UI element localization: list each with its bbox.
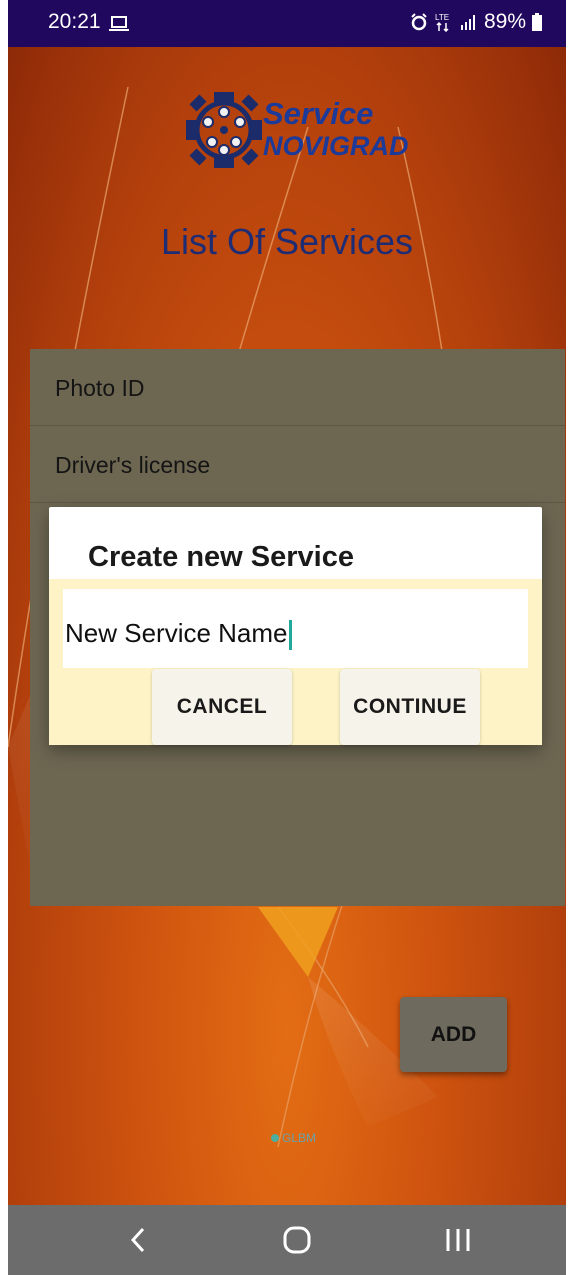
- phone-screen: 20:21 LTE 89% Service NOVIGRAD List Of S…: [8, 0, 566, 1275]
- list-item[interactable]: Photo ID: [30, 349, 565, 426]
- logo-text-novigrad: NOVIGRAD: [263, 131, 409, 161]
- svg-text:LTE: LTE: [435, 13, 449, 22]
- continue-button[interactable]: CONTINUE: [340, 669, 480, 745]
- cancel-button[interactable]: CANCEL: [152, 669, 292, 745]
- status-time: 20:21: [48, 10, 101, 33]
- status-bar: 20:21 LTE 89%: [8, 0, 566, 47]
- logo-text-service: Service: [263, 96, 374, 131]
- text-cursor: [288, 620, 292, 651]
- laptop-icon: [109, 16, 129, 31]
- back-button[interactable]: [93, 1205, 183, 1275]
- watermark-icon: [271, 1134, 279, 1142]
- status-icons: LTE 89%: [410, 10, 542, 34]
- watermark: GLBM: [271, 1131, 316, 1145]
- battery-icon: [532, 13, 542, 31]
- signal-icon: [460, 15, 475, 30]
- page-title: List Of Services: [160, 221, 414, 262]
- alarm-icon: [411, 13, 427, 31]
- dialog-title: Create new Service: [88, 541, 354, 573]
- home-icon: [283, 1226, 311, 1254]
- battery-percent: 89%: [483, 10, 526, 33]
- navigation-bar: [8, 1205, 566, 1275]
- back-icon: [130, 1227, 145, 1253]
- lte-icon: LTE: [435, 13, 449, 32]
- create-service-dialog: Create new Service New Service Name CANC…: [49, 507, 542, 745]
- recents-icon: [446, 1229, 470, 1251]
- recents-button[interactable]: [413, 1205, 503, 1275]
- service-name-text: New Service Name: [65, 618, 288, 648]
- list-item[interactable]: Driver's license: [30, 426, 565, 503]
- home-button[interactable]: [252, 1205, 342, 1275]
- add-button[interactable]: ADD: [400, 997, 507, 1072]
- watermark-text: GLBM: [282, 1131, 317, 1145]
- service-name-value: New Service Name: [65, 618, 292, 651]
